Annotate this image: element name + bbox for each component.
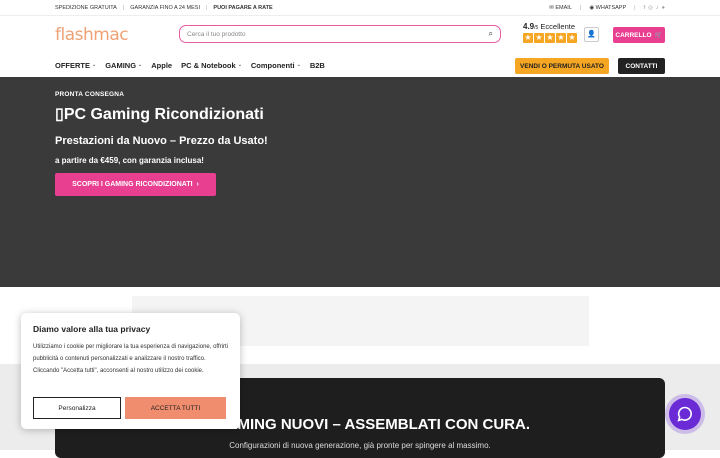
main-header: flashmac Cerca il tuo prodotto ⌕ 4.9/5 E…	[0, 16, 720, 53]
cart-icon: 🛒	[654, 32, 663, 39]
rating-score: 4.9	[523, 22, 535, 31]
hero-title: ▯PC Gaming Ricondizionati	[55, 106, 264, 123]
star-icon: ★	[556, 33, 566, 43]
hero-cta-button[interactable]: SCOPRI I GAMING RICONDIZIONATI ›	[55, 173, 216, 196]
installments-info: PUOI PAGARE A RATE	[213, 4, 273, 11]
cookie-banner: Diamo valore alla tua privacy Utilizziam…	[21, 313, 240, 429]
rating-scale: /5	[534, 25, 539, 31]
accept-all-button[interactable]: ACCETTA TUTTI	[125, 397, 226, 419]
facebook-icon[interactable]: f	[644, 5, 646, 11]
logo[interactable]: flashmac	[55, 25, 180, 45]
search-input[interactable]: Cerca il tuo prodotto ⌕	[179, 25, 501, 43]
email-link[interactable]: ✉ EMAIL	[549, 5, 572, 11]
cookie-title: Diamo valore alla tua privacy	[33, 324, 151, 334]
chat-icon	[677, 406, 692, 422]
section-subtitle: Configurazioni di nuova generazione, già…	[229, 441, 491, 450]
account-button[interactable]: 👤	[584, 27, 599, 42]
cookie-body: Utilizziamo i cookie per migliorare la t…	[33, 344, 228, 374]
main-nav: OFFERTE ⌄ GAMING ⌄ Apple PC & Notebook ⌄ Co…	[0, 53, 720, 77]
whatsapp-link[interactable]: ◉ WHATSAPP	[589, 5, 626, 11]
hero-banner: PRONTA CONSEGNA ▯PC Gaming Ricondizionat…	[0, 77, 720, 287]
rating-label: Eccellente	[540, 22, 575, 31]
contacts-button[interactable]: CONTATTI	[618, 58, 665, 74]
nav-item-apple[interactable]: Apple	[151, 61, 172, 70]
chevron-down-icon: ⌄	[296, 62, 301, 68]
chat-button[interactable]	[669, 398, 701, 430]
nav-item-b2b[interactable]: B2B	[310, 61, 325, 70]
social-icons: f ◎ ♪ ●	[644, 5, 665, 11]
nav-item-pc-notebook[interactable]: PC & Notebook ⌄	[181, 61, 242, 70]
star-icon: ★	[545, 33, 555, 43]
chevron-down-icon: ⌄	[237, 62, 242, 68]
cart-button[interactable]: CARRELLO 🛒	[613, 27, 665, 43]
rating-stars: ★ ★ ★ ★ ★	[523, 33, 577, 43]
hero-eyebrow: PRONTA CONSEGNA	[55, 91, 125, 98]
sell-trade-button[interactable]: VENDI O PERMUTA USATO	[515, 58, 609, 74]
nav-item-gaming[interactable]: GAMING ⌄	[105, 61, 142, 70]
spotify-icon[interactable]: ●	[662, 5, 665, 11]
star-icon: ★	[523, 33, 533, 43]
hero-price-line: a partire da €459, con garanzia inclusa!	[55, 156, 204, 165]
tiktok-icon[interactable]: ♪	[656, 5, 659, 11]
chevron-down-icon: ⌄	[138, 62, 143, 68]
customize-button[interactable]: Personalizza	[33, 397, 121, 419]
warranty-info: GARANZIA FINO A 24 MESI	[130, 4, 200, 11]
top-info-bar: SPEDIZIONE GRATUITA | GARANZIA FINO A 24…	[0, 0, 720, 16]
nav-item-componenti[interactable]: Componenti ⌄	[251, 61, 301, 70]
user-icon: 👤	[587, 31, 596, 38]
search-icon[interactable]: ⌕	[489, 29, 493, 39]
rating-widget: 4.9/5 Eccellente ★ ★ ★ ★ ★	[523, 22, 577, 43]
star-icon: ★	[534, 33, 544, 43]
nav-item-offerte[interactable]: OFFERTE ⌄	[55, 61, 96, 70]
star-icon: ★	[567, 33, 577, 43]
chevron-down-icon: ⌄	[92, 62, 97, 68]
instagram-icon[interactable]: ◎	[648, 5, 653, 11]
hero-subtitle: Prestazioni da Nuovo – Prezzo da Usato!	[55, 135, 268, 147]
search-placeholder: Cerca il tuo prodotto	[187, 30, 246, 38]
chevron-right-icon: ›	[196, 181, 199, 188]
shipping-info: SPEDIZIONE GRATUITA	[55, 4, 117, 11]
